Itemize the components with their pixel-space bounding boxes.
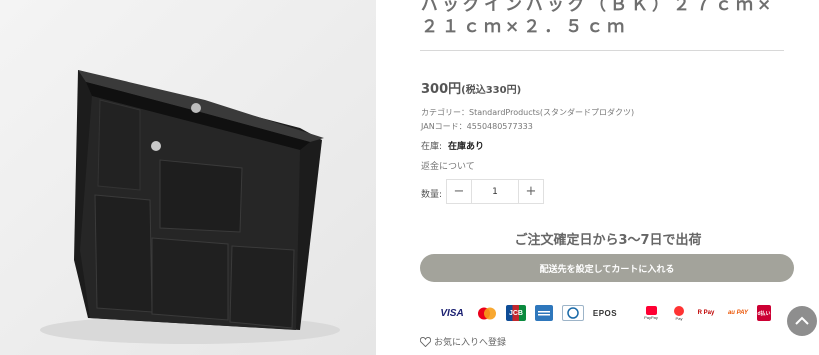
quantity-input[interactable]: 1 — [471, 180, 519, 203]
d-barai-icon: d払い — [757, 305, 771, 321]
quantity-minus-button[interactable]: − — [447, 180, 471, 203]
stock-label: 在庫: — [421, 142, 443, 152]
price-value: 300円 — [421, 82, 462, 97]
scroll-to-top-button[interactable] — [787, 306, 817, 336]
au-pay-icon: au PAY — [727, 310, 749, 316]
jan-code: JANコード：4550480577333 — [421, 122, 533, 131]
favorite-label: お気に入りへ登録 — [434, 338, 507, 348]
quantity-plus-button[interactable]: + — [519, 180, 543, 203]
paypay-label: PayPay — [644, 315, 658, 320]
stock-status: 在庫: 在庫あり — [421, 139, 484, 152]
merpay-icon: Pay — [671, 305, 687, 321]
price-tax: (税込330円) — [461, 85, 522, 96]
divider — [420, 50, 784, 51]
quantity-stepper: − 1 + — [446, 179, 544, 204]
stock-value: 在庫あり — [448, 142, 485, 152]
mastercard-icon — [476, 305, 498, 321]
rakuten-pay-icon: R Pay — [697, 310, 715, 316]
product-image — [0, 0, 376, 355]
bag-illustration — [0, 0, 376, 355]
favorite-button[interactable]: お気に入りへ登録 — [420, 335, 506, 348]
heart-icon — [420, 336, 431, 347]
amex-icon — [535, 305, 553, 321]
category-link[interactable]: カテゴリー：StandardProducts(スタンダードプロダクツ) — [421, 107, 634, 118]
diners-icon — [562, 305, 584, 321]
product-price: 300円(税込330円) — [421, 78, 521, 97]
refund-link[interactable]: 返金について — [421, 159, 475, 172]
quantity-label: 数量: — [421, 190, 443, 200]
shipping-note: ご注文確定日から3〜7日で出荷 — [514, 233, 702, 248]
jcb-icon: JCB — [506, 305, 526, 321]
visa-icon: VISA — [440, 307, 464, 319]
chevron-up-icon — [795, 316, 809, 325]
epos-icon: EPOS — [592, 308, 618, 318]
merpay-label: Pay — [675, 315, 683, 321]
product-title: バッグインバッグ（ＢＫ）２７ｃｍ×２１ｃｍ×２．５ｃｍ — [421, 0, 776, 37]
add-to-cart-button[interactable]: 配送先を設定してカートに入れる — [420, 254, 794, 282]
paypay-icon: PayPay — [642, 305, 660, 321]
